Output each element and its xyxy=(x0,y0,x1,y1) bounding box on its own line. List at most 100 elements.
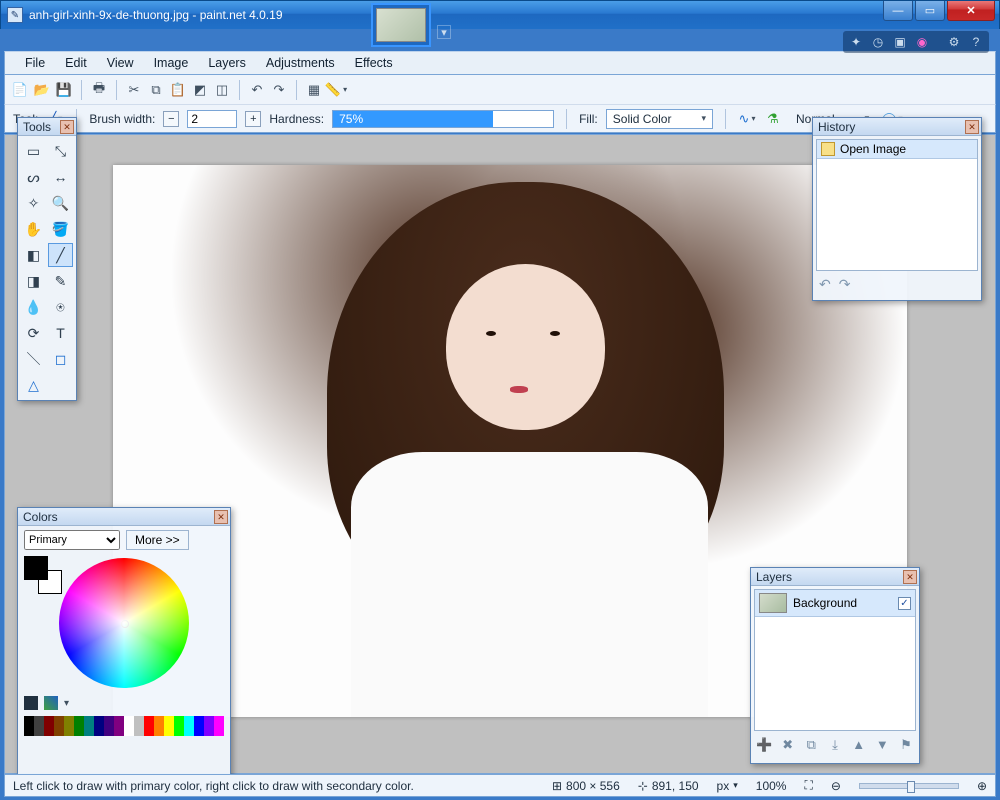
maximize-button[interactable]: ▭ xyxy=(915,1,945,21)
tool-fill[interactable]: 🪣 xyxy=(48,217,73,241)
history-undo-icon[interactable]: ↶ xyxy=(819,276,831,293)
add-tab-button[interactable]: ▾ xyxy=(437,25,451,39)
colors-toggle-icon[interactable]: ◉ xyxy=(913,33,931,51)
tool-pan[interactable]: ✋ xyxy=(21,217,46,241)
fill-select[interactable]: Solid Color xyxy=(606,109,713,129)
tool-pencil[interactable]: ✎ xyxy=(48,269,73,293)
menu-edit[interactable]: Edit xyxy=(55,56,97,70)
brushwidth-minus[interactable]: − xyxy=(163,111,179,127)
palette-color[interactable] xyxy=(164,716,174,736)
grid-icon[interactable]: ▦ xyxy=(305,81,323,99)
menu-view[interactable]: View xyxy=(97,56,144,70)
hardness-slider[interactable]: 75% xyxy=(332,110,554,128)
palette-color[interactable] xyxy=(174,716,184,736)
ruler-icon[interactable]: 📏 xyxy=(327,81,345,99)
palette-color[interactable] xyxy=(114,716,124,736)
minimize-button[interactable]: — xyxy=(883,1,913,21)
zoom-slider[interactable] xyxy=(859,783,959,789)
menu-effects[interactable]: Effects xyxy=(345,56,403,70)
tool-zoom[interactable]: 🔍 xyxy=(48,191,73,215)
tool-gradient[interactable]: ◧ xyxy=(21,243,46,267)
palette-edit-icon[interactable] xyxy=(24,696,38,710)
color-mode-select[interactable]: Primary xyxy=(24,530,120,550)
menu-file[interactable]: File xyxy=(15,56,55,70)
palette-color[interactable] xyxy=(94,716,104,736)
tool-move-selection[interactable]: ⤡ xyxy=(48,139,73,163)
palette-color[interactable] xyxy=(184,716,194,736)
colors-more-button[interactable]: More >> xyxy=(126,530,189,550)
palette-color[interactable] xyxy=(214,716,224,736)
open-icon[interactable]: 📂 xyxy=(33,81,51,99)
history-toggle-icon[interactable]: ◷ xyxy=(869,33,887,51)
history-item[interactable]: Open Image xyxy=(817,140,977,159)
zoom-out-icon[interactable]: ⊖ xyxy=(831,779,841,793)
menu-image[interactable]: Image xyxy=(144,56,199,70)
palette-add-icon[interactable] xyxy=(44,696,58,710)
history-redo-icon[interactable]: ↷ xyxy=(839,276,851,293)
color-wheel[interactable] xyxy=(59,558,189,688)
paste-icon[interactable]: 📋 xyxy=(169,81,187,99)
layer-add-icon[interactable]: ➕ xyxy=(756,737,772,753)
palette-color[interactable] xyxy=(24,716,34,736)
palette-color[interactable] xyxy=(154,716,164,736)
crop-icon[interactable]: ◩ xyxy=(191,81,209,99)
print-icon[interactable]: 🖶 xyxy=(90,81,108,99)
copy-icon[interactable]: ⧉ xyxy=(147,81,165,99)
settings-icon[interactable]: ⚙ xyxy=(945,33,963,51)
tool-lasso[interactable]: ᔕ xyxy=(21,165,46,189)
tool-shapes[interactable]: ◻ xyxy=(48,347,73,371)
menu-adjustments[interactable]: Adjustments xyxy=(256,56,345,70)
layers-panel-close[interactable]: ✕ xyxy=(903,570,917,584)
menu-layers[interactable]: Layers xyxy=(198,56,256,70)
redo-icon[interactable]: ↷ xyxy=(270,81,288,99)
layer-down-icon[interactable]: ▼ xyxy=(874,737,890,753)
palette-color[interactable] xyxy=(64,716,74,736)
palette-color[interactable] xyxy=(144,716,154,736)
history-panel-close[interactable]: ✕ xyxy=(965,120,979,134)
save-icon[interactable]: 💾 xyxy=(55,81,73,99)
palette-color[interactable] xyxy=(44,716,54,736)
layer-row[interactable]: Background ✓ xyxy=(755,590,915,617)
primary-color-swatch[interactable] xyxy=(24,556,48,580)
palette-color[interactable] xyxy=(134,716,144,736)
undo-icon[interactable]: ↶ xyxy=(248,81,266,99)
tool-clone[interactable]: ⍟ xyxy=(48,295,73,319)
tool-line[interactable]: ＼ xyxy=(21,347,46,371)
tool-move-pixels[interactable]: ↔ xyxy=(48,165,73,189)
palette-color[interactable] xyxy=(34,716,44,736)
zoom-fit-icon[interactable]: ⛶ xyxy=(804,778,812,793)
brushwidth-input[interactable] xyxy=(187,110,237,128)
antialias-icon[interactable]: ∿ xyxy=(738,110,756,128)
colors-panel-close[interactable]: ✕ xyxy=(214,510,228,524)
blend-icon[interactable]: ⚗ xyxy=(764,110,782,128)
zoom-in-icon[interactable]: ⊕ xyxy=(977,779,987,793)
tool-magic-wand[interactable]: ✧ xyxy=(21,191,46,215)
layer-merge-icon[interactable]: ⤓ xyxy=(827,737,843,753)
deselect-icon[interactable]: ◫ xyxy=(213,81,231,99)
layer-duplicate-icon[interactable]: ⧉ xyxy=(803,737,819,753)
layer-up-icon[interactable]: ▲ xyxy=(851,737,867,753)
color-swatches[interactable] xyxy=(24,556,68,596)
tools-panel-close[interactable]: ✕ xyxy=(60,120,74,134)
layer-delete-icon[interactable]: ✖ xyxy=(780,737,796,753)
palette-color[interactable] xyxy=(124,716,134,736)
palette-color[interactable] xyxy=(204,716,214,736)
tool-rect-select[interactable]: ▭ xyxy=(21,139,46,163)
cut-icon[interactable]: ✂ xyxy=(125,81,143,99)
palette-color[interactable] xyxy=(104,716,114,736)
tool-paintbrush[interactable]: ╱ xyxy=(48,243,73,267)
palette-color[interactable] xyxy=(194,716,204,736)
help-icon[interactable]: ? xyxy=(967,33,985,51)
brushwidth-plus[interactable]: + xyxy=(245,111,261,127)
palette-color[interactable] xyxy=(84,716,94,736)
palette-color[interactable] xyxy=(54,716,64,736)
tool-shapes2[interactable]: △ xyxy=(21,373,46,397)
document-thumb[interactable] xyxy=(371,3,431,47)
tool-recolor[interactable]: ⟳ xyxy=(21,321,46,345)
tool-text[interactable]: T xyxy=(48,321,73,345)
layer-props-icon[interactable]: ⚑ xyxy=(898,737,914,753)
tool-eraser[interactable]: ◨ xyxy=(21,269,46,293)
new-icon[interactable]: 📄 xyxy=(11,81,29,99)
palette-color[interactable] xyxy=(74,716,84,736)
palette-strip[interactable] xyxy=(24,716,224,736)
